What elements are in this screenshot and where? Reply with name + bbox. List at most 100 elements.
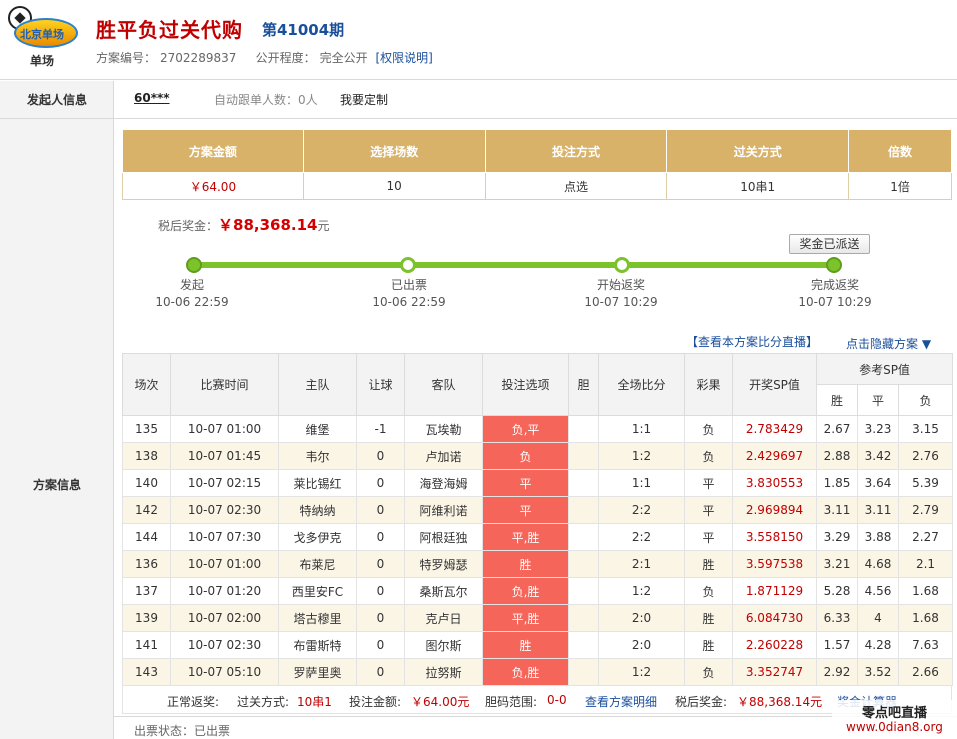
table-cell: 3.23 bbox=[857, 415, 899, 443]
table-cell: 10-07 05:10 bbox=[170, 658, 279, 686]
table-cell: 5.39 bbox=[897, 469, 954, 497]
draw-sp-cell: 3.352747 bbox=[732, 658, 817, 686]
table-cell: 西里安FC bbox=[278, 577, 357, 605]
after-tax-prize: 税后奖金：￥88,368.14元 bbox=[158, 214, 330, 235]
table-cell: 特纳纳 bbox=[278, 496, 357, 524]
table-cell: 塔古穆里 bbox=[278, 604, 357, 632]
table-cell: 10-07 02:30 bbox=[170, 631, 279, 659]
bet-option-cell: 负 bbox=[482, 442, 569, 470]
table-cell: 胜 bbox=[684, 604, 733, 632]
prize-sent-button[interactable]: 奖金已派送 bbox=[789, 234, 870, 254]
table-cell: 0 bbox=[356, 658, 405, 686]
view-plan-detail-link[interactable]: 查看方案明细 bbox=[585, 693, 657, 710]
table-cell: 1:2 bbox=[598, 442, 685, 470]
table-cell: 负 bbox=[684, 577, 733, 605]
permission-link[interactable]: [权限说明] bbox=[376, 51, 433, 65]
public-value: 完全公开 bbox=[319, 51, 368, 65]
summary-header: 过关方式 bbox=[666, 129, 850, 173]
summary-multiple: 1倍 bbox=[848, 172, 952, 200]
prize-amount: ￥88,368.14 bbox=[218, 216, 318, 234]
footer-pass-value: 10串1 bbox=[297, 695, 332, 709]
table-row: 136 10-07 01:00 布莱尼 0 特罗姆瑟胜 2:1 胜 3.597538 3.21 4… bbox=[122, 550, 954, 578]
footer-bet-value: ￥64.00元 bbox=[411, 695, 470, 709]
sp-sub-header: 负 bbox=[897, 384, 954, 416]
table-cell: 平 bbox=[684, 469, 733, 497]
initiator-label: 发起人信息 bbox=[26, 93, 87, 107]
draw-sp-cell: 3.558150 bbox=[732, 523, 817, 551]
table-cell: 141 bbox=[122, 631, 171, 659]
table-cell: 139 bbox=[122, 604, 171, 632]
draw-sp-cell: 2.260228 bbox=[732, 631, 817, 659]
table-cell: 4.68 bbox=[857, 550, 899, 578]
col-header: 开奖SP值 bbox=[732, 353, 817, 416]
table-cell: 2:0 bbox=[598, 631, 685, 659]
table-row: 137 10-07 01:20 西里安FC 0 桑斯瓦尔 负,胜 1:2 负 1.871129 5… bbox=[122, 577, 954, 605]
table-cell: 桑斯瓦尔 bbox=[404, 577, 483, 605]
table-cell: 1.68 bbox=[897, 604, 954, 632]
table-cell: 3.21 bbox=[816, 550, 858, 578]
table-cell: 卢加诺 bbox=[404, 442, 483, 470]
table-cell bbox=[568, 415, 599, 443]
col-header: 让球 bbox=[356, 353, 405, 416]
progress-step: 完成返奖 10-07 10:29 bbox=[780, 277, 890, 311]
table-cell: 2.27 bbox=[897, 523, 954, 551]
summary-matches: 10 bbox=[302, 172, 486, 200]
summary-header: 投注方式 bbox=[484, 129, 668, 173]
plan-no: 2702289837 bbox=[160, 51, 237, 65]
bet-option-cell: 平,胜 bbox=[482, 604, 569, 632]
page-header: 北京单场 单场 胜平负过关代购 第41004期 方案编号： 2702289837 … bbox=[0, 0, 957, 80]
step-name: 完成返奖 bbox=[810, 278, 859, 292]
table-row: 138 10-07 01:45 韦尔 0 卢加诺负 1:2 负 2.429697 2.88 3.4… bbox=[122, 442, 954, 470]
table-cell: 0 bbox=[356, 523, 405, 551]
table-cell: 1:1 bbox=[598, 469, 685, 497]
draw-sp-cell: 2.783429 bbox=[732, 415, 817, 443]
table-cell: 戈多伊克 bbox=[278, 523, 357, 551]
table-cell: 4.28 bbox=[857, 631, 899, 659]
table-cell: 7.63 bbox=[897, 631, 954, 659]
initiator-name[interactable]: 60*** bbox=[134, 91, 170, 105]
col-header: 参考SP值 bbox=[815, 353, 954, 385]
table-cell bbox=[568, 523, 599, 551]
row-divider bbox=[114, 716, 957, 717]
table-cell: 2.76 bbox=[897, 442, 954, 470]
table-cell: 142 bbox=[122, 496, 171, 524]
table-cell bbox=[568, 469, 599, 497]
bet-option-cell: 平,胜 bbox=[482, 523, 569, 551]
table-cell: 3.52 bbox=[857, 658, 899, 686]
custom-order-link[interactable]: 我要定制 bbox=[340, 91, 388, 108]
table-cell: 3.11 bbox=[857, 496, 899, 524]
plan-no-label: 方案编号： bbox=[96, 51, 157, 65]
table-cell: 维堡 bbox=[278, 415, 357, 443]
col-header: 彩果 bbox=[684, 353, 733, 416]
table-cell: 0 bbox=[356, 631, 405, 659]
table-cell: 瓦埃勒 bbox=[404, 415, 483, 443]
table-cell: 0 bbox=[356, 550, 405, 578]
footer-prize-label: 税后奖金: bbox=[675, 695, 728, 709]
table-cell: 胜 bbox=[684, 550, 733, 578]
table-cell: 1.85 bbox=[816, 469, 858, 497]
table-cell: 135 bbox=[122, 415, 171, 443]
footer-normal: 正常返奖: bbox=[167, 695, 220, 709]
table-cell: 3.11 bbox=[816, 496, 858, 524]
hide-plan-link[interactable]: 点击隐藏方案 ▼ bbox=[846, 335, 931, 352]
progress-dot-payout bbox=[614, 257, 630, 273]
table-cell bbox=[568, 658, 599, 686]
col-header: 场次 bbox=[122, 353, 171, 416]
step-time: 10-07 10:29 bbox=[584, 295, 658, 309]
watermark-line2: www.0dian8.org bbox=[846, 720, 943, 734]
table-cell: 10-07 01:20 bbox=[170, 577, 279, 605]
table-cell: 144 bbox=[122, 523, 171, 551]
step-time: 10-06 22:59 bbox=[372, 295, 446, 309]
table-cell: 1.57 bbox=[816, 631, 858, 659]
bet-option-cell: 平 bbox=[482, 469, 569, 497]
col-header: 客队 bbox=[404, 353, 483, 416]
table-cell: 1:2 bbox=[598, 577, 685, 605]
progress-bar bbox=[193, 262, 833, 268]
live-score-link[interactable]: 【查看本方案比分直播】 bbox=[686, 333, 818, 350]
table-cell: 负 bbox=[684, 415, 733, 443]
summary-bet-method: 点选 bbox=[484, 172, 668, 200]
draw-sp-cell: 2.429697 bbox=[732, 442, 817, 470]
table-cell: 1:1 bbox=[598, 415, 685, 443]
progress-step: 开始返奖 10-07 10:29 bbox=[566, 277, 676, 311]
bet-option-cell: 负,平 bbox=[482, 415, 569, 443]
